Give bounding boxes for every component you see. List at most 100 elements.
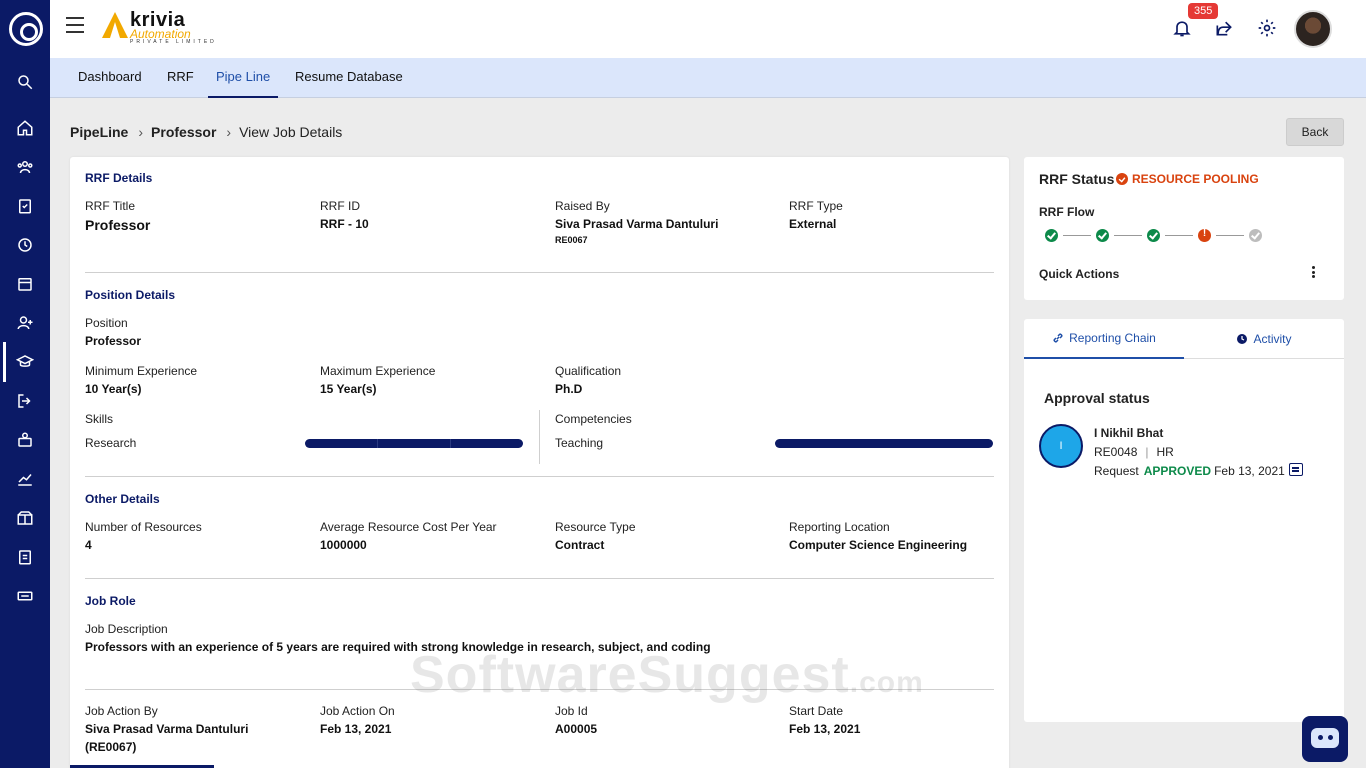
competency-name: Teaching xyxy=(555,436,604,450)
brand-logo[interactable]: krivia Automation PRIVATE LIMITED xyxy=(100,10,217,45)
vertical-divider xyxy=(539,410,540,464)
label-max-experience: Maximum Experience xyxy=(320,364,436,378)
brand-tiny: PRIVATE LIMITED xyxy=(130,39,217,45)
label-num-resources: Number of Resources xyxy=(85,520,202,534)
separator: | xyxy=(1145,445,1149,459)
add-user-icon[interactable] xyxy=(0,308,50,338)
chevron-right-icon: › xyxy=(226,124,232,140)
approver-name: I Nikhil Bhat xyxy=(1094,426,1164,440)
approver-dept: HR xyxy=(1156,445,1174,459)
link-icon xyxy=(1053,333,1063,343)
gear-icon[interactable] xyxy=(1256,17,1278,39)
back-button[interactable]: Back xyxy=(1286,118,1344,146)
value-job-action-by: Siva Prasad Varma Dantuluri xyxy=(85,722,249,736)
flow-connector xyxy=(1216,235,1244,236)
approver-avatar: I xyxy=(1039,424,1083,468)
sign-out-icon[interactable] xyxy=(0,386,50,416)
value-max-experience: 15 Year(s) xyxy=(320,382,377,396)
clock-icon[interactable] xyxy=(0,230,50,260)
tab-resume-database[interactable]: Resume Database xyxy=(295,58,403,98)
briefcase-user-icon[interactable] xyxy=(0,425,50,455)
chatbot-icon[interactable] xyxy=(1302,716,1348,762)
brand-mark-icon xyxy=(100,10,134,40)
box-icon[interactable] xyxy=(0,503,50,533)
approver-code: RE0048 xyxy=(1094,445,1138,459)
competency-level-bar xyxy=(775,439,993,448)
label-position: Position xyxy=(85,316,128,330)
flow-step-1-done-icon xyxy=(1045,229,1058,242)
value-qualification: Ph.D xyxy=(555,382,583,396)
rrf-status-card: RRF Status RESOURCE POOLING RRF Flow Qui… xyxy=(1024,157,1344,300)
label-min-experience: Minimum Experience xyxy=(85,364,198,378)
chart-line-icon[interactable] xyxy=(0,464,50,494)
section-title-job-role: Job Role xyxy=(85,594,136,608)
approval-status-title: Approval status xyxy=(1044,390,1150,406)
flow-step-2-done-icon xyxy=(1096,229,1109,242)
label-job-action-by: Job Action By xyxy=(85,704,158,718)
value-avg-cost: 1000000 xyxy=(320,538,367,552)
label-start-date: Start Date xyxy=(789,704,844,718)
request-label: Request xyxy=(1094,464,1139,478)
calendar-icon[interactable] xyxy=(0,269,50,299)
section-title-other-details: Other Details xyxy=(85,492,160,506)
app-logo-icon[interactable] xyxy=(9,12,43,46)
flow-step-3-done-icon xyxy=(1147,229,1160,242)
value-reporting-location: Computer Science Engineering xyxy=(789,538,968,552)
status-text: RESOURCE POOLING xyxy=(1132,172,1259,186)
label-job-description: Job Description xyxy=(85,622,168,636)
flow-connector xyxy=(1114,235,1142,236)
reporting-chain-card: Reporting Chain Activity Approval status… xyxy=(1024,319,1344,722)
graduate-icon[interactable] xyxy=(0,342,50,382)
rrf-status-title: RRF Status xyxy=(1039,171,1115,187)
label-resource-type: Resource Type xyxy=(555,520,636,534)
clock-icon xyxy=(1237,333,1248,344)
home-icon[interactable] xyxy=(0,113,50,143)
users-icon[interactable] xyxy=(0,152,50,182)
tab-activity[interactable]: Activity xyxy=(1184,319,1344,359)
value-position: Professor xyxy=(85,334,142,348)
tab-reporting-chain-label: Reporting Chain xyxy=(1069,331,1156,345)
label-skills: Skills xyxy=(85,412,114,426)
bell-icon[interactable] xyxy=(1171,17,1193,39)
sidebar xyxy=(0,0,50,768)
value-start-date: Feb 13, 2021 xyxy=(789,722,861,736)
breadcrumb-current: View Job Details xyxy=(239,124,343,140)
value-resource-type: Contract xyxy=(555,538,605,552)
breadcrumb-level1[interactable]: Professor xyxy=(151,124,216,140)
label-reporting-location: Reporting Location xyxy=(789,520,890,534)
watermark: SoftwareSuggest.com xyxy=(410,645,924,705)
tab-dashboard[interactable]: Dashboard xyxy=(78,58,142,98)
request-date: Feb 13, 2021 xyxy=(1214,464,1285,478)
clipboard-check-icon[interactable] xyxy=(0,191,50,221)
kebab-menu-icon[interactable] xyxy=(1312,266,1318,280)
request-status: APPROVED xyxy=(1143,464,1212,478)
ticket-icon[interactable] xyxy=(0,581,50,611)
status-check-icon xyxy=(1116,173,1128,185)
tab-reporting-chain[interactable]: Reporting Chain xyxy=(1024,319,1184,359)
top-bar: krivia Automation PRIVATE LIMITED 355 xyxy=(50,0,1366,58)
search-icon[interactable] xyxy=(0,67,50,97)
value-rrf-id: RRF - 10 xyxy=(320,217,369,231)
flow-connector xyxy=(1165,235,1193,236)
divider xyxy=(85,578,994,579)
label-avg-cost: Average Resource Cost Per Year xyxy=(320,520,497,534)
nav-bar: Dashboard RRF Pipe Line Resume Database xyxy=(50,58,1366,98)
clipboard-list-icon[interactable] xyxy=(0,542,50,572)
breadcrumb: PipeLine › Professor › View Job Details xyxy=(70,124,342,140)
rrf-flow-label: RRF Flow xyxy=(1039,205,1095,219)
value-job-id: A00005 xyxy=(555,722,598,736)
tab-pipe-line[interactable]: Pipe Line xyxy=(208,58,279,98)
breadcrumb-root[interactable]: PipeLine xyxy=(70,124,128,140)
watermark-main: SoftwareSuggest xyxy=(410,646,850,704)
skill-level-bar xyxy=(305,439,523,448)
label-job-action-on: Job Action On xyxy=(320,704,395,718)
watermark-suffix: .com xyxy=(849,666,924,699)
user-avatar[interactable] xyxy=(1294,10,1332,48)
hamburger-menu-icon[interactable] xyxy=(66,17,84,33)
value-num-resources: 4 xyxy=(85,538,92,552)
share-icon[interactable] xyxy=(1213,17,1235,39)
label-job-id: Job Id xyxy=(555,704,588,718)
tab-rrf[interactable]: RRF xyxy=(167,58,194,98)
value-raised-by: Siva Prasad Varma Dantuluri xyxy=(555,217,719,231)
comment-icon[interactable] xyxy=(1289,463,1303,476)
